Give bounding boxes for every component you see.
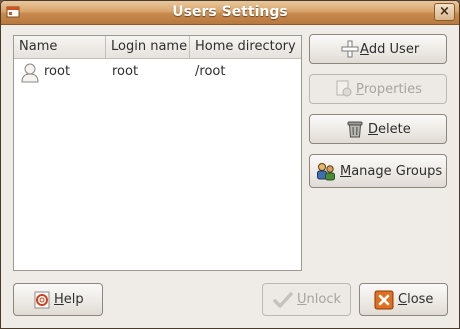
- help-button[interactable]: Help: [13, 283, 103, 316]
- help-label: Help: [54, 292, 84, 307]
- manage-groups-button[interactable]: Manage Groups: [309, 154, 447, 188]
- unlock-label: Unlock: [297, 292, 341, 307]
- delete-button[interactable]: Delete: [309, 114, 447, 144]
- user-icon: [21, 63, 39, 83]
- groups-icon: [317, 163, 335, 181]
- unlock-button[interactable]: Unlock: [262, 283, 351, 316]
- title-bar[interactable]: Users Settings ×: [1, 1, 459, 25]
- window-title: Users Settings: [172, 4, 288, 20]
- add-user-button[interactable]: Add User: [309, 34, 447, 64]
- user-home-cell: /root: [195, 64, 226, 79]
- user-row[interactable]: root root /root: [14, 59, 301, 85]
- list-header: Name Login name Home directory: [14, 36, 301, 59]
- check-icon: [273, 291, 293, 308]
- users-settings-window: Users Settings × Name Login name Home di…: [0, 0, 460, 329]
- column-header-name[interactable]: Name: [14, 36, 106, 58]
- column-header-home[interactable]: Home directory: [190, 36, 301, 58]
- close-icon: [374, 290, 394, 309]
- column-header-login[interactable]: Login name: [106, 36, 190, 58]
- add-icon: [341, 40, 359, 58]
- properties-icon: [336, 80, 352, 97]
- properties-label: Properties: [356, 81, 422, 97]
- add-user-label: Add User: [360, 41, 420, 57]
- delete-label: Delete: [368, 121, 411, 137]
- close-label: Close: [398, 292, 434, 307]
- properties-button[interactable]: Properties: [309, 74, 447, 104]
- user-name-cell: root: [44, 64, 71, 79]
- trash-icon: [347, 121, 363, 138]
- help-icon: [34, 291, 50, 308]
- close-button[interactable]: Close: [359, 283, 448, 316]
- window-close-button[interactable]: ×: [434, 3, 455, 21]
- manage-groups-label: Manage Groups: [340, 163, 443, 179]
- user-login-cell: root: [112, 64, 139, 79]
- users-list[interactable]: Name Login name Home directory root root…: [13, 35, 302, 271]
